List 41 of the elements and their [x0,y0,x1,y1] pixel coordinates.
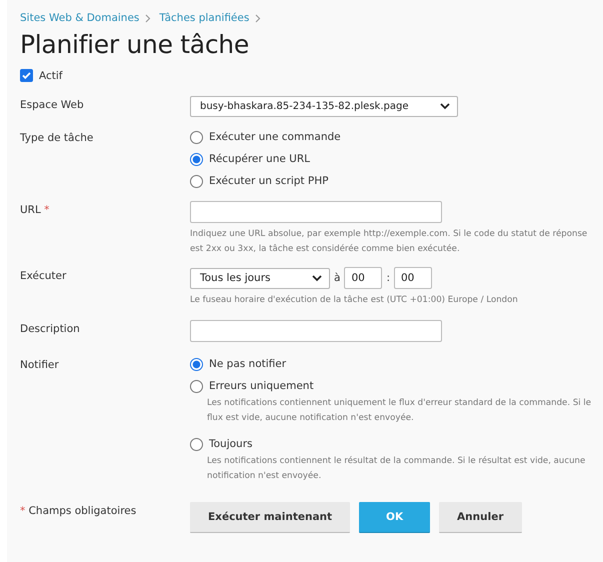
hour-input[interactable]: 00 [344,267,382,289]
hint-text: Le fuseau horaire d'exécution de la tâche est (UTC +01:00) Europe / London [190,294,519,307]
radio-button[interactable] [190,358,203,370]
action-button[interactable]: Exécuter maintenant [190,502,350,533]
radio-label: Toujours [209,438,252,450]
required-note: Champs obligatoires [28,505,136,517]
frequency-dropdown[interactable]: Tous les jours [190,268,330,288]
radio-button[interactable] [190,438,203,450]
field-label: Description [20,322,81,337]
radio-label: Ne pas notifier [209,358,286,370]
radio-button[interactable] [190,130,203,144]
hint-text: Les notifications contiennent uniquement le flux d'erreur standard de la commande. Si le flux est vide, aucune notification n'est envoyée. [207,397,592,425]
checkbox-label: Actif [39,70,63,82]
required-mark: * [20,505,26,517]
field-label: URL * [20,203,50,218]
caret-icon [312,274,322,282]
caret-icon [440,103,450,110]
chevron-right-icon [145,14,152,22]
hint-text: Les notifications contiennent le résultat de la commande. Si le résultat est vide, aucune notification n'est envoyée. [207,455,586,483]
radio-button[interactable] [190,380,203,392]
radio-label: Récupérer une URL [209,153,310,165]
field-label: Type de tâche [20,131,94,146]
url-input[interactable] [190,201,442,223]
field-label: Notifier [20,358,60,373]
radio-label: Erreurs uniquement [209,380,314,392]
radio-button[interactable] [190,152,203,166]
description-input[interactable] [190,320,442,342]
page-title: Planifier une tâche [20,30,250,59]
hint-text: Indiquez une URL absolue, par exemple http://exemple.com. Si le code du statut de réponse est 2xx ou 3xx, la tâche est considérée comme bien exécutée. [190,228,588,256]
action-button[interactable]: Annuler [439,502,522,533]
time-separator: : [385,272,391,284]
field-label: Espace Web [20,98,85,113]
checkbox[interactable] [20,69,33,82]
radio-label: Exécuter une commande [209,131,341,143]
field-label: Exécuter [20,269,68,284]
radio-button[interactable] [190,174,203,188]
webspace-dropdown[interactable]: busy-bhaskara.85-234-135-82.plesk.page [190,96,458,117]
at-label: à [333,272,342,284]
minute-input[interactable]: 00 [394,267,432,289]
chevron-right-icon [255,14,262,22]
radio-label: Exécuter un script PHP [209,175,328,187]
